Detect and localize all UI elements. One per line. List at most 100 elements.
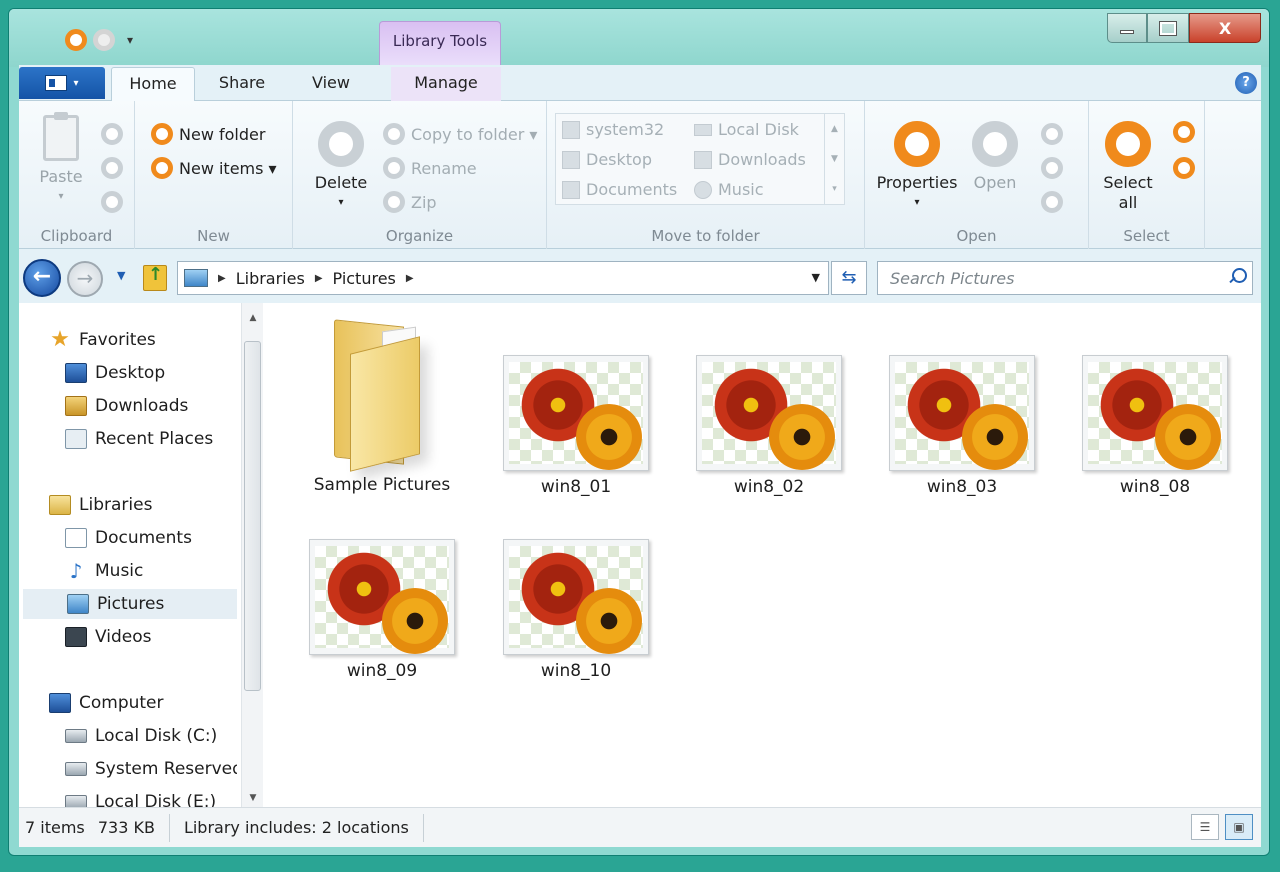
new-items-button[interactable]: New items ▾ xyxy=(151,157,277,179)
cut-icon[interactable] xyxy=(101,123,123,145)
properties-qat-icon[interactable] xyxy=(65,29,87,51)
image-item[interactable]: win8_09 xyxy=(297,539,467,681)
tab-share[interactable]: Share xyxy=(209,67,275,101)
tab-view[interactable]: View xyxy=(301,67,361,101)
help-icon[interactable]: ? xyxy=(1235,72,1257,94)
breadcrumb-chevron-icon[interactable]: ▶ xyxy=(218,273,226,284)
minimize-button[interactable] xyxy=(1107,13,1147,43)
gallery-expand-icon[interactable]: ▾ xyxy=(825,174,844,204)
details-view-icon[interactable]: ☰ xyxy=(1191,814,1219,840)
gallery-down-icon[interactable]: ▼ xyxy=(825,144,844,174)
nav-label: Libraries xyxy=(79,495,153,515)
edit-icon[interactable] xyxy=(1041,123,1063,145)
image-item[interactable]: win8_10 xyxy=(491,539,661,681)
nav-local-disk-e[interactable]: Local Disk (E:) xyxy=(65,787,216,807)
invert-selection-icon[interactable] xyxy=(1173,157,1195,179)
music-icon xyxy=(694,180,712,199)
customize-qat-chevron-icon[interactable]: ▾ xyxy=(121,31,139,49)
thumb-canvas xyxy=(315,546,453,654)
copy-icon[interactable] xyxy=(101,157,123,179)
up-folder-icon[interactable] xyxy=(143,264,167,291)
tab-home[interactable]: Home xyxy=(111,67,195,101)
downloads-icon xyxy=(694,150,712,169)
back-arrow-icon: ← xyxy=(32,264,52,289)
nav-system-reserved[interactable]: System Reserved xyxy=(65,754,237,784)
forward-button[interactable]: → xyxy=(67,261,103,297)
search-input[interactable] xyxy=(878,262,1208,294)
folder-item[interactable]: Sample Pictures xyxy=(297,319,467,495)
address-history-chevron-down-icon[interactable]: ▼ xyxy=(812,271,820,284)
address-bar[interactable]: ▶ Libraries ▶ Pictures ▶ ▼ xyxy=(177,261,829,295)
close-button[interactable]: X xyxy=(1189,13,1261,43)
breadcrumb-chevron-icon[interactable]: ▶ xyxy=(406,273,414,284)
star-icon: ★ xyxy=(50,327,70,352)
history-icon[interactable] xyxy=(1041,191,1063,213)
move-item-downloads[interactable]: Downloads xyxy=(694,150,806,169)
scroll-up-icon[interactable]: ▲ xyxy=(242,313,264,323)
scroll-thumb[interactable] xyxy=(244,341,261,691)
image-item[interactable]: win8_01 xyxy=(491,355,661,497)
scroll-down-icon[interactable]: ▼ xyxy=(242,793,264,803)
nav-videos[interactable]: Videos xyxy=(65,622,152,652)
nav-libraries[interactable]: Libraries xyxy=(49,490,152,520)
move-item-system32[interactable]: system32 xyxy=(562,120,664,139)
copy-path-icon[interactable] xyxy=(101,191,123,213)
large-icons-view-icon[interactable]: ▣ xyxy=(1225,814,1253,840)
select-all-button[interactable]: Select all xyxy=(1099,121,1157,213)
rename-button[interactable]: Rename xyxy=(383,157,477,179)
breadcrumb-libraries[interactable]: Libraries xyxy=(236,269,305,288)
local-disk-icon xyxy=(65,729,87,743)
maximize-button[interactable] xyxy=(1147,13,1189,43)
new-folder-qat-icon[interactable] xyxy=(93,29,115,51)
edit-small-icon[interactable] xyxy=(1041,157,1063,179)
nav-pictures[interactable]: Pictures xyxy=(23,589,237,619)
open-button[interactable]: Open xyxy=(969,121,1021,193)
nav-documents[interactable]: Documents xyxy=(65,523,192,553)
nav-computer[interactable]: Computer xyxy=(49,688,164,718)
nav-scrollbar[interactable]: ▲ ▼ xyxy=(241,303,263,807)
item-count-section: 7 items 733 KB xyxy=(19,813,170,842)
ribbon-tabs: ▾ Home Share View Manage ? xyxy=(19,65,1261,101)
nav-label: Local Disk (C:) xyxy=(95,726,218,746)
yellow-flower-shape xyxy=(1150,404,1226,470)
zip-icon xyxy=(383,191,405,213)
open-group: Properties ▾ Open Open xyxy=(865,101,1089,249)
zip-button[interactable]: Zip xyxy=(383,191,437,213)
nav-downloads[interactable]: Downloads xyxy=(65,391,188,421)
nav-local-disk-c[interactable]: Local Disk (C:) xyxy=(65,721,217,751)
file-name: win8_08 xyxy=(1119,477,1191,497)
select-none-icon[interactable] xyxy=(1173,121,1195,143)
image-item[interactable]: win8_02 xyxy=(684,355,854,497)
image-item[interactable]: win8_03 xyxy=(877,355,1047,497)
gallery-up-icon[interactable]: ▲ xyxy=(825,114,844,144)
file-tab-chevron-down-icon: ▾ xyxy=(73,77,79,89)
delete-button[interactable]: Delete ▾ xyxy=(309,121,373,213)
gallery-scroll[interactable]: ▲ ▼ ▾ xyxy=(824,114,844,204)
move-item-desktop[interactable]: Desktop xyxy=(562,150,652,169)
recent-locations-chevron-down-icon[interactable]: ▼ xyxy=(117,269,125,282)
thumb-canvas xyxy=(895,362,1033,470)
paste-button[interactable]: Paste ▾ xyxy=(31,112,91,207)
breadcrumb-chevron-icon[interactable]: ▶ xyxy=(315,273,323,284)
nav-label: Pictures xyxy=(97,594,165,614)
image-item[interactable]: win8_08 xyxy=(1070,355,1240,497)
nav-desktop[interactable]: Desktop xyxy=(65,358,165,388)
tab-manage[interactable]: Manage xyxy=(391,67,501,101)
back-button[interactable]: ← xyxy=(23,259,61,297)
nav-recent-places[interactable]: Recent Places xyxy=(65,424,213,454)
refresh-icon[interactable]: ⇆ xyxy=(831,261,867,295)
image-thumbnail xyxy=(696,355,842,471)
nav-music[interactable]: ♪ Music xyxy=(65,556,144,586)
nav-favorites[interactable]: ★ Favorites xyxy=(49,325,156,355)
breadcrumb-pictures[interactable]: Pictures xyxy=(333,269,396,288)
select-all-label-line1: Select xyxy=(1103,173,1153,192)
move-item-music[interactable]: Music xyxy=(694,180,764,199)
file-name: Sample Pictures xyxy=(313,475,451,495)
move-item-documents[interactable]: Documents xyxy=(562,180,677,199)
search-icon[interactable] xyxy=(1228,268,1247,286)
copy-to-folder-button[interactable]: Copy to folder ▾ xyxy=(383,123,537,145)
move-item-local-disk[interactable]: Local Disk xyxy=(694,120,799,139)
file-tab[interactable]: ▾ xyxy=(19,67,105,99)
properties-button[interactable]: Properties ▾ xyxy=(871,121,963,213)
new-folder-button[interactable]: New folder xyxy=(151,123,265,145)
